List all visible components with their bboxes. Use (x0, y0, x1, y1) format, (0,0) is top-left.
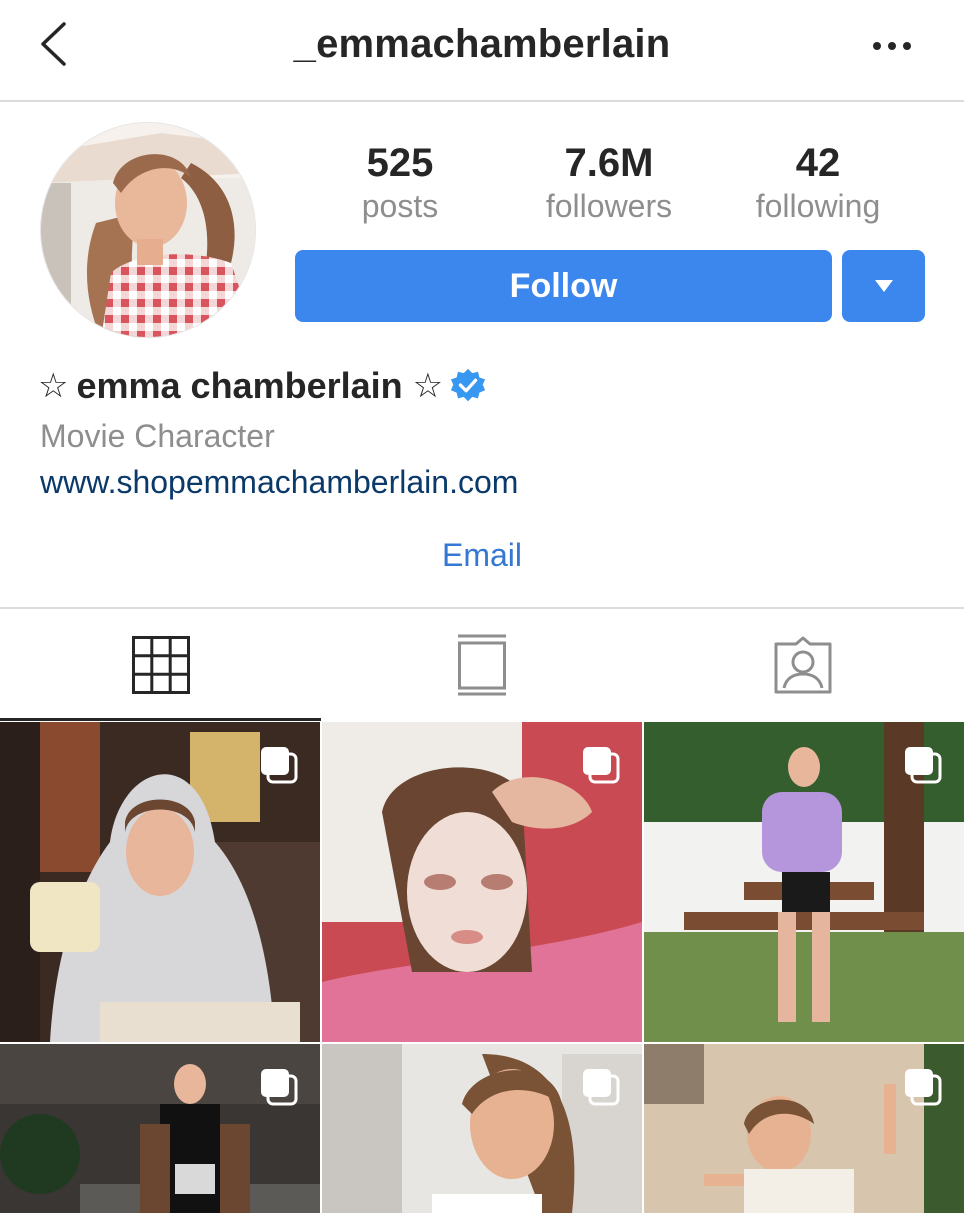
avatar-photo (41, 123, 255, 337)
email-button[interactable]: Email (0, 537, 964, 574)
active-tab-indicator (0, 718, 321, 721)
star-left: ☆ (38, 367, 69, 405)
verified-badge-icon (449, 367, 487, 405)
profile-stats: 525 posts 7.6M followers 42 following (295, 140, 925, 230)
caret-down-icon (874, 280, 893, 292)
grid-icon (131, 636, 190, 694)
post-thumbnail[interactable] (322, 1044, 642, 1213)
profile-username: _emmachamberlain (293, 22, 671, 66)
post-thumbnail[interactable] (322, 722, 642, 1042)
tab-grid[interactable] (0, 610, 321, 720)
post-thumbnail[interactable] (644, 1044, 964, 1213)
feed-icon (457, 634, 506, 696)
following-label: following (755, 188, 881, 224)
profile-avatar[interactable] (40, 122, 256, 338)
tagged-icon (774, 636, 831, 694)
posts-stat[interactable]: 525 posts (300, 140, 500, 226)
more-options-button[interactable] (862, 26, 922, 66)
tabs-divider (0, 607, 964, 609)
tab-tagged[interactable] (642, 610, 963, 720)
multiple-photos-icon (583, 1069, 620, 1106)
multiple-photos-icon (905, 1069, 942, 1106)
follow-button[interactable]: Follow (295, 250, 832, 322)
followers-label: followers (545, 188, 673, 224)
post-thumbnail[interactable] (0, 722, 320, 1042)
profile-display-name: ☆ emma chamberlain ☆ (38, 362, 487, 410)
multiple-photos-icon (905, 747, 942, 784)
following-stat[interactable]: 42 following (718, 140, 918, 226)
star-right: ☆ (412, 367, 444, 405)
posts-label: posts (361, 188, 439, 224)
profile-website-link[interactable]: www.shopemmachamberlain.com (40, 464, 518, 501)
followers-stat[interactable]: 7.6M followers (509, 140, 709, 226)
suggested-accounts-dropdown-button[interactable] (842, 250, 925, 322)
multiple-photos-icon (261, 747, 298, 784)
tab-feed[interactable] (321, 610, 642, 720)
followers-count: 7.6M (564, 141, 654, 185)
post-thumbnail[interactable] (0, 1044, 320, 1213)
posts-grid (0, 722, 964, 1213)
top-nav-bar: _emmachamberlain (0, 0, 964, 102)
multiple-photos-icon (261, 1069, 298, 1106)
more-horizontal-icon (873, 42, 911, 50)
profile-category: Movie Character (40, 418, 275, 454)
display-name-text: emma chamberlain (76, 365, 403, 406)
posts-count: 525 (366, 141, 434, 185)
following-count: 42 (795, 141, 841, 185)
multiple-photos-icon (583, 747, 620, 784)
post-thumbnail[interactable] (644, 722, 964, 1042)
